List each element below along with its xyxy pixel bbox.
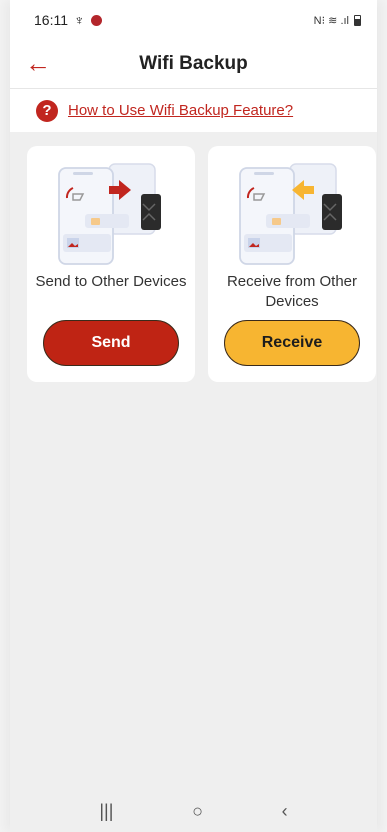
recents-icon[interactable]: ||| [99,801,113,822]
system-nav-bar: ||| ○ ‹ [10,790,377,832]
app-bar: ← Wifi Backup [10,40,377,88]
send-card: Send to Other Devices Send [27,146,195,382]
back-arrow-icon[interactable]: ← [24,50,52,78]
status-right: N⁝ ≋ .ıl [314,14,361,27]
screen-record-icon [90,14,102,26]
status-left: 16:11 ♆ [34,12,102,28]
send-illustration-icon [58,163,161,265]
nav-back-icon[interactable]: ‹ [282,801,288,822]
network-icons: N⁝ ≋ .ıl [313,14,349,27]
send-card-label: Send to Other Devices [35,273,187,290]
status-time: 16:11 [34,12,68,28]
receive-card-label: Receive from Other Devices [226,273,358,310]
help-link[interactable]: How to Use Wifi Backup Feature? [68,102,293,119]
home-icon[interactable]: ○ [192,801,203,822]
page-title: Wifi Backup [139,53,248,74]
receive-button[interactable]: Receive [224,320,360,366]
receive-illustration-icon [239,163,342,265]
question-icon: ? [36,99,58,122]
status-bar: 16:11 ♆ N⁝ ≋ .ıl [10,0,377,40]
usb-icon: ♆ [74,12,85,28]
send-button[interactable]: Send [43,320,179,366]
receive-card: Receive from Other Devices Receive [208,146,376,382]
help-row[interactable]: ? How to Use Wifi Backup Feature? [10,88,377,132]
battery-icon [354,14,361,26]
